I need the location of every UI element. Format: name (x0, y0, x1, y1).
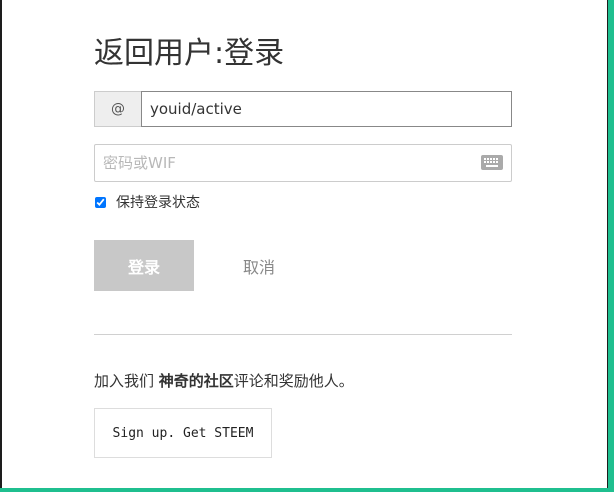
username-prefix: @ (94, 91, 141, 127)
signup-button[interactable]: Sign up. Get STEEM (94, 408, 272, 458)
dialog-title: 返回用户:登录 (94, 36, 285, 71)
remember-me[interactable]: 保持登录状态 (94, 192, 200, 212)
join-community-text: 加入我们 神奇的社区评论和奖励他人。 (94, 370, 354, 391)
join-text-after: 评论和奖励他人。 (233, 372, 354, 390)
login-dialog: 返回用户:登录 @ 保持登录状态 登录 取消 加入我们 神奇的社区评论和奖励他人… (2, 0, 607, 488)
keyboard-icon[interactable] (481, 155, 503, 170)
login-button[interactable]: 登录 (94, 240, 194, 291)
remember-label: 保持登录状态 (116, 195, 200, 211)
password-input[interactable] (94, 144, 512, 182)
accent-stripe-bottom (0, 488, 614, 492)
username-input[interactable] (141, 91, 512, 127)
join-text-emphasis: 神奇的社区 (158, 372, 234, 390)
username-group: @ (94, 91, 512, 127)
cancel-link[interactable]: 取消 (234, 254, 284, 278)
join-text-before: 加入我们 (94, 372, 159, 390)
accent-stripe-right (608, 0, 614, 492)
divider (94, 334, 512, 335)
remember-checkbox[interactable] (95, 196, 106, 208)
